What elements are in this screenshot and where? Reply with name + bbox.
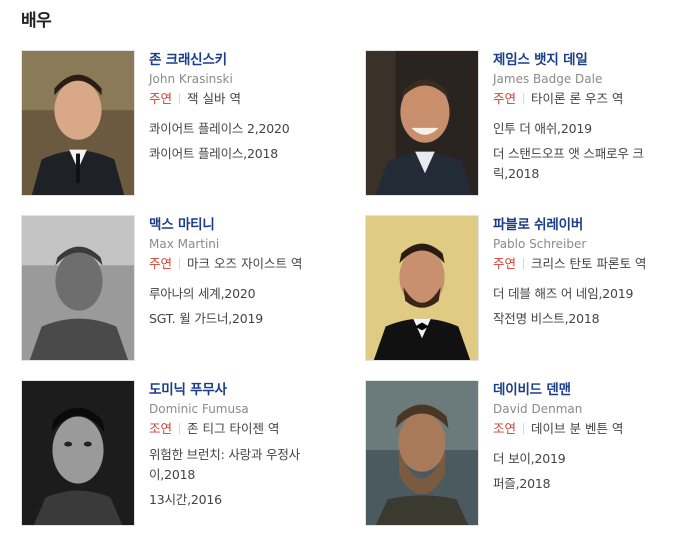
actor-photo[interactable] [21, 380, 135, 526]
filmography-list: 콰이어트 플레이스 2,2020 콰이어트 플레이스,2018 [149, 119, 339, 164]
filmography-list: 위험한 브런치: 사랑과 우정사이,2018 13시간,2016 [149, 445, 339, 510]
filmography-item[interactable]: 루아나의 세계,2020 [149, 284, 339, 304]
actor-card: 데이비드 덴맨 David Denman 조연 데이브 분 벤튼 역 더 보이,2… [365, 380, 695, 526]
actor-photo[interactable] [21, 215, 135, 361]
filmography-item[interactable]: 콰이어트 플레이스 2,2020 [149, 119, 339, 139]
actor-role: 조연 존 티그 타이젠 역 [149, 421, 339, 437]
divider [179, 258, 181, 269]
actor-card: 맥스 마티니 Max Martini 주연 마크 오즈 자이스트 역 루아나의 세… [21, 215, 351, 361]
actor-name-link[interactable]: 도미닉 푸무사 [149, 382, 339, 398]
actor-name-link[interactable]: 존 크래신스키 [149, 52, 339, 68]
actor-role: 주연 마크 오즈 자이스트 역 [149, 256, 339, 272]
role-type-badge: 주연 [149, 91, 173, 106]
role-name: 잭 실바 역 [187, 91, 241, 106]
actor-photo[interactable] [365, 50, 479, 196]
role-type-badge: 주연 [493, 91, 517, 106]
actor-card: 제임스 뱃지 데일 James Badge Dale 주연 타이론 론 우즈 역 … [365, 50, 695, 196]
filmography-list: 더 데블 해즈 어 네임,2019 작전명 비스트,2018 [493, 284, 683, 329]
role-type-badge: 주연 [149, 256, 173, 271]
actor-card: 도미닉 푸무사 Dominic Fumusa 조연 존 티그 타이젠 역 위험한 … [21, 380, 351, 526]
actor-card: 파블로 쉬레이버 Pablo Schreiber 주연 크리스 탄토 파론토 역 … [365, 215, 695, 361]
actor-english-name: David Denman [493, 402, 583, 416]
actor-photo[interactable] [365, 380, 479, 526]
role-name: 데이브 분 벤튼 역 [531, 421, 624, 436]
filmography-list: 인투 더 애쉬,2019 더 스탠드오프 앳 스패로우 크릭,2018 [493, 119, 683, 184]
actor-role: 주연 타이론 론 우즈 역 [493, 91, 683, 107]
actor-english-name: James Badge Dale [493, 72, 603, 86]
divider [179, 423, 181, 434]
divider [523, 93, 525, 104]
filmography-item[interactable]: SGT. 윌 가드너,2019 [149, 309, 339, 329]
role-name: 타이론 론 우즈 역 [531, 91, 624, 106]
role-type-badge: 조연 [493, 421, 517, 436]
actor-name-link[interactable]: 제임스 뱃지 데일 [493, 52, 683, 68]
actor-card: 존 크래신스키 John Krasinski 주연 잭 실바 역 콰이어트 플레이… [21, 50, 351, 196]
filmography-list: 루아나의 세계,2020 SGT. 윌 가드너,2019 [149, 284, 339, 329]
filmography-item[interactable]: 더 스탠드오프 앳 스패로우 크릭,2018 [493, 144, 675, 184]
filmography-item[interactable]: 위험한 브런치: 사랑과 우정사이,2018 [149, 445, 331, 485]
actor-english-name: Pablo Schreiber [493, 237, 587, 251]
filmography-item[interactable]: 13시간,2016 [149, 490, 339, 510]
actor-role: 조연 데이브 분 벤튼 역 [493, 421, 683, 437]
actor-name-link[interactable]: 맥스 마티니 [149, 217, 339, 233]
role-name: 존 티그 타이젠 역 [187, 421, 280, 436]
actor-photo[interactable] [365, 215, 479, 361]
filmography-item[interactable]: 인투 더 애쉬,2019 [493, 119, 683, 139]
actor-role: 주연 크리스 탄토 파론토 역 [493, 256, 683, 272]
actor-english-name: Max Martini [149, 237, 220, 251]
actor-english-name: Dominic Fumusa [149, 402, 249, 416]
actor-photo[interactable] [21, 50, 135, 196]
filmography-item[interactable]: 작전명 비스트,2018 [493, 309, 683, 329]
role-type-badge: 조연 [149, 421, 173, 436]
divider [523, 258, 525, 269]
role-name: 마크 오즈 자이스트 역 [187, 256, 303, 271]
actor-name-link[interactable]: 파블로 쉬레이버 [493, 217, 683, 233]
actor-name-link[interactable]: 데이비드 덴맨 [493, 382, 683, 398]
filmography-item[interactable]: 더 데블 해즈 어 네임,2019 [493, 284, 683, 304]
filmography-item[interactable]: 퍼즐,2018 [493, 474, 683, 494]
actor-english-name: John Krasinski [149, 72, 233, 86]
divider [179, 93, 181, 104]
actor-role: 주연 잭 실바 역 [149, 91, 339, 107]
filmography-item[interactable]: 더 보이,2019 [493, 449, 683, 469]
role-type-badge: 주연 [493, 256, 517, 271]
role-name: 크리스 탄토 파론토 역 [531, 256, 647, 271]
filmography-list: 더 보이,2019 퍼즐,2018 [493, 449, 683, 494]
divider [523, 423, 525, 434]
section-title: 배우 [21, 11, 52, 31]
filmography-item[interactable]: 콰이어트 플레이스,2018 [149, 144, 339, 164]
